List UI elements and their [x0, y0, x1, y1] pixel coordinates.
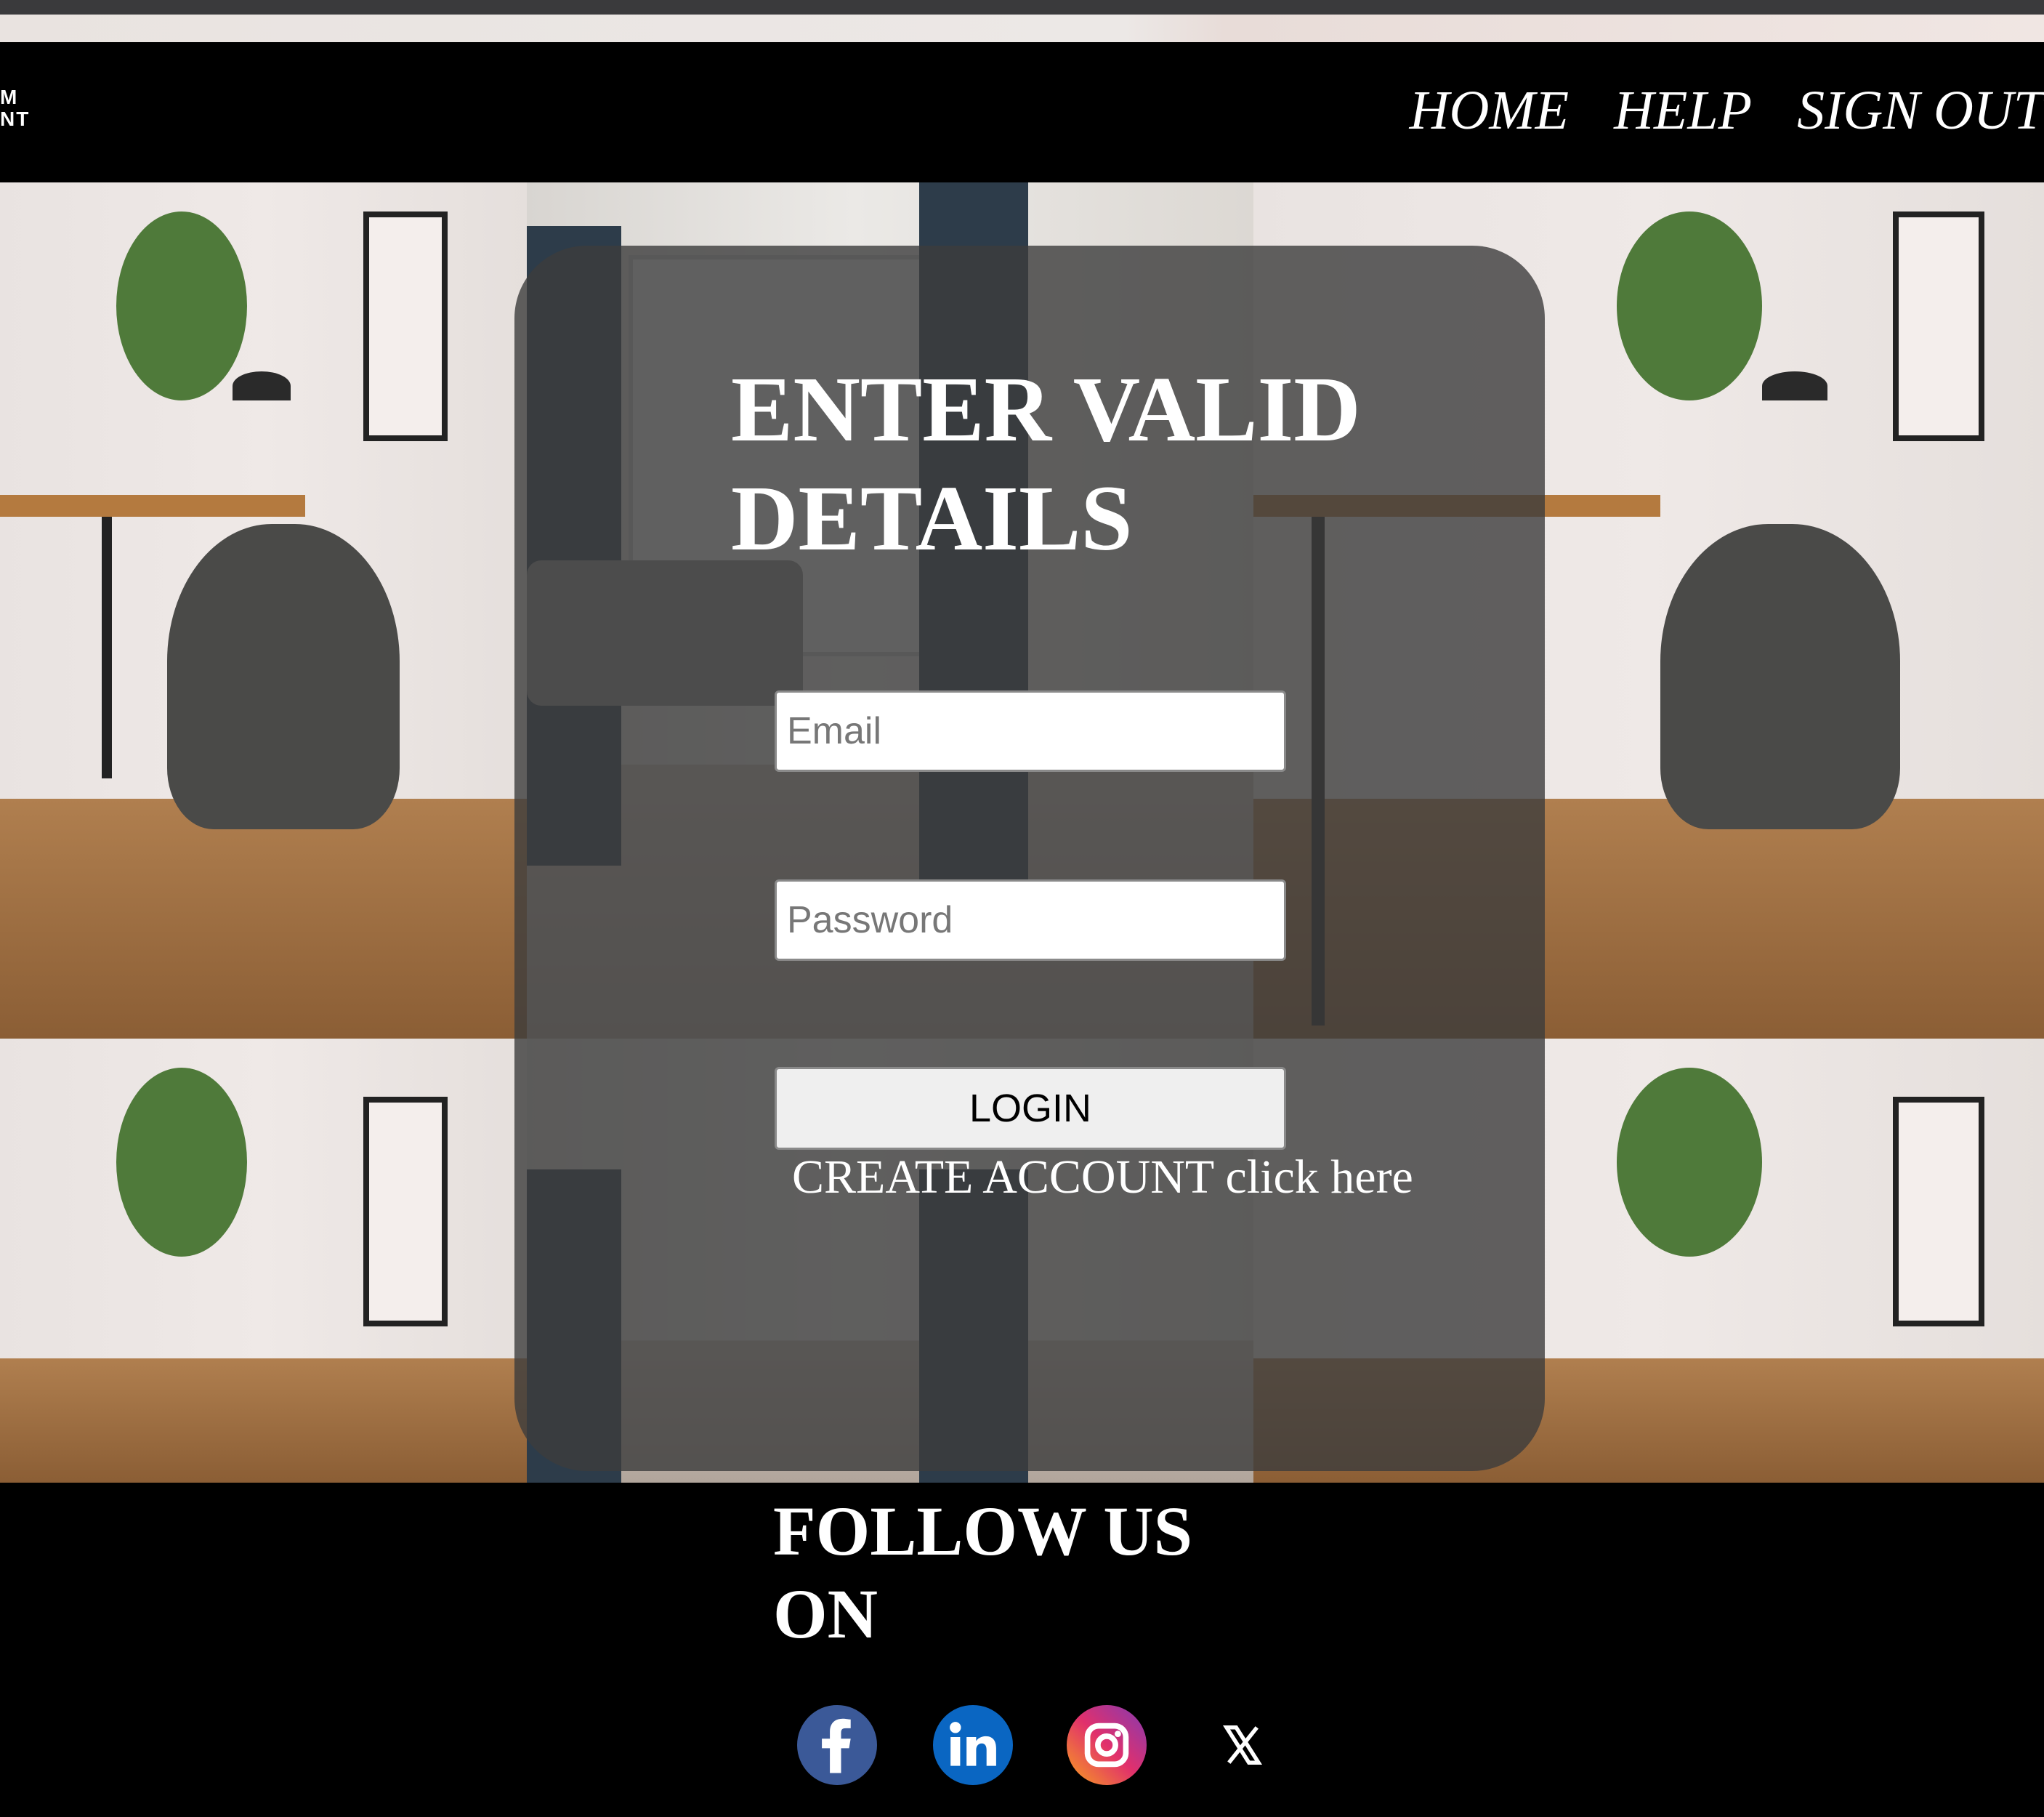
logo-line-1: M — [0, 86, 17, 108]
chair — [1660, 524, 1900, 829]
plant — [1617, 211, 1762, 400]
linkedin-icon[interactable] — [933, 1705, 1013, 1785]
email-input[interactable] — [775, 690, 1286, 772]
plant — [1617, 1068, 1762, 1257]
site-logo[interactable]: M NT — [0, 87, 44, 138]
nav-links: HOME HELP SIGN OUT — [1410, 74, 2044, 147]
login-title: ENTER VALID DETAILS — [731, 358, 1361, 570]
background-photo-office — [0, 182, 527, 1039]
nav-link-help[interactable]: HELP — [1614, 79, 1752, 142]
x-icon[interactable] — [1203, 1705, 1282, 1785]
logo-line-2: NT — [0, 108, 31, 130]
footer: FOLLOW US ON — [0, 1483, 2044, 1817]
wall-frame — [363, 1097, 448, 1326]
chair — [167, 524, 400, 829]
browser-top-bar — [0, 0, 2044, 15]
desk — [0, 495, 305, 517]
lamp — [233, 371, 291, 400]
instagram-icon[interactable] — [1067, 1705, 1147, 1785]
nav-link-home[interactable]: HOME — [1410, 79, 1570, 142]
background-photo-office-bottom — [0, 1039, 527, 1483]
lamp — [1762, 371, 1827, 400]
login-button[interactable]: LOGIN — [775, 1067, 1286, 1150]
background-photo-strip — [0, 15, 2044, 42]
wall-frame — [363, 211, 448, 441]
navbar: M NT HOME HELP SIGN OUT — [0, 42, 2044, 182]
login-card: ENTER VALID DETAILS LOGIN CREATE ACCOUNT… — [514, 246, 1545, 1471]
plant — [116, 1068, 247, 1257]
nav-link-sign-out[interactable]: SIGN OUT — [1797, 79, 2044, 142]
facebook-icon[interactable] — [797, 1705, 877, 1785]
follow-us-heading: FOLLOW US ON — [773, 1492, 1193, 1653]
plant — [116, 211, 247, 400]
password-input[interactable] — [775, 879, 1286, 961]
wall-frame — [1893, 1097, 1984, 1326]
desk-leg — [102, 517, 112, 778]
create-account-link[interactable]: CREATE ACCOUNT click here — [792, 1150, 1413, 1205]
wall-frame — [1893, 211, 1984, 441]
